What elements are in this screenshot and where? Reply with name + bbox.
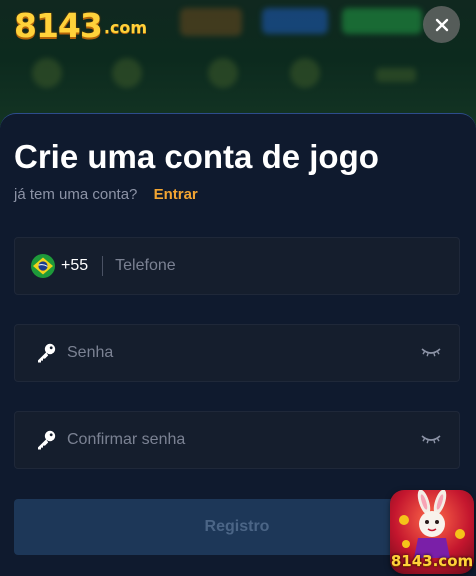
phone-input[interactable] bbox=[115, 257, 459, 275]
country-code[interactable]: +55 bbox=[61, 257, 88, 275]
key-icon bbox=[35, 429, 57, 451]
close-button[interactable] bbox=[423, 6, 460, 43]
background-nav-icon bbox=[112, 58, 142, 88]
phone-field[interactable]: +55 bbox=[14, 237, 460, 295]
background-promo-banner bbox=[180, 8, 242, 36]
eye-closed-icon[interactable] bbox=[421, 434, 441, 446]
password-field[interactable] bbox=[14, 324, 460, 382]
eye-closed-icon[interactable] bbox=[421, 347, 441, 359]
background-login-button bbox=[262, 8, 328, 34]
page-title: Crie uma conta de jogo bbox=[14, 138, 379, 175]
confirm-password-input[interactable] bbox=[67, 431, 421, 449]
field-divider bbox=[102, 256, 104, 276]
site-logo: 8143 .com bbox=[14, 6, 147, 46]
brazil-flag-icon bbox=[31, 254, 55, 278]
logo-suffix: .com bbox=[103, 18, 148, 37]
background-nav-icon bbox=[32, 58, 62, 88]
background-register-button bbox=[342, 8, 422, 34]
background-nav-icon bbox=[290, 58, 320, 88]
password-input[interactable] bbox=[67, 344, 421, 362]
login-link[interactable]: Entrar bbox=[154, 186, 198, 203]
promo-label: 8143.com bbox=[390, 552, 474, 570]
login-prompt-text: já tem uma conta? bbox=[14, 186, 138, 203]
confirm-password-field[interactable] bbox=[14, 411, 460, 469]
background-nav-icon bbox=[208, 58, 238, 88]
key-icon bbox=[35, 342, 57, 364]
login-prompt: já tem uma conta? Entrar bbox=[14, 186, 198, 203]
background-nav-icon bbox=[376, 68, 416, 82]
logo-number: 8143 bbox=[14, 6, 103, 45]
promo-badge[interactable]: 8143.com bbox=[390, 490, 474, 574]
close-icon bbox=[435, 18, 448, 31]
